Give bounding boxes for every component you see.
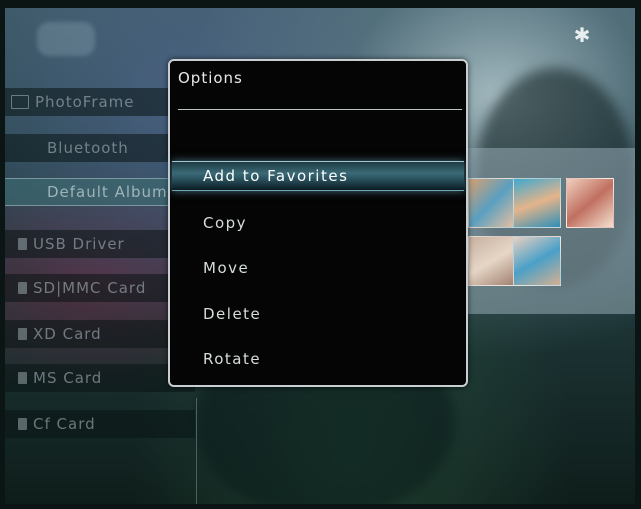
card-icon [18, 282, 27, 294]
thumbnail-grid [468, 148, 635, 314]
sidebar-item-bluetooth[interactable]: Bluetooth [5, 134, 195, 162]
photo-thumbnail[interactable] [468, 178, 516, 228]
sidebar-item-xd-card[interactable]: XD Card [5, 320, 195, 348]
sidebar-item-label: SD|MMC Card [33, 279, 147, 297]
sidebar-item-label: Cf Card [33, 415, 96, 433]
divider [196, 398, 197, 504]
photo-thumbnail[interactable] [566, 178, 614, 228]
card-icon [18, 418, 27, 430]
sidebar-item-usb-driver[interactable]: USB Driver [5, 230, 195, 258]
menu-item-rotate[interactable]: Rotate [172, 344, 464, 374]
sidebar-item-label: MS Card [33, 369, 103, 387]
menu-item-copy[interactable]: Copy [172, 208, 464, 238]
card-icon [18, 328, 27, 340]
divider [178, 109, 462, 110]
menu-item-move[interactable]: Move [172, 253, 464, 283]
card-icon [18, 372, 27, 384]
sidebar-item-sd-mmc-card[interactable]: SD|MMC Card [5, 274, 195, 302]
sidebar-item-label: PhotoFrame [35, 93, 135, 111]
sidebar-item-ms-card[interactable]: MS Card [5, 364, 195, 392]
options-dialog: Options Add to Favorites Copy Move Delet… [168, 59, 468, 387]
photoframe-icon [11, 95, 29, 109]
dialog-title: Options [178, 69, 243, 87]
photo-thumbnail[interactable] [513, 236, 561, 286]
sidebar-item-default-album[interactable]: Default Album [5, 178, 195, 206]
sidebar-item-label: XD Card [33, 325, 102, 343]
menu-item-delete[interactable]: Delete [172, 299, 464, 329]
photo-thumbnail[interactable] [513, 178, 561, 228]
sidebar-item-label: USB Driver [33, 235, 125, 253]
usb-icon [18, 238, 27, 250]
sidebar-item-label: Bluetooth [47, 139, 129, 157]
home-icon[interactable] [37, 22, 95, 56]
menu-item-add-to-favorites[interactable]: Add to Favorites [172, 161, 464, 191]
sidebar-item-label: Default Album [47, 183, 168, 201]
sidebar-item-photoframe[interactable]: PhotoFrame [5, 88, 195, 116]
bluetooth-icon: ✱ [573, 23, 591, 47]
sidebar-item-cf-card[interactable]: Cf Card [5, 410, 195, 438]
photo-thumbnail[interactable] [468, 236, 516, 286]
